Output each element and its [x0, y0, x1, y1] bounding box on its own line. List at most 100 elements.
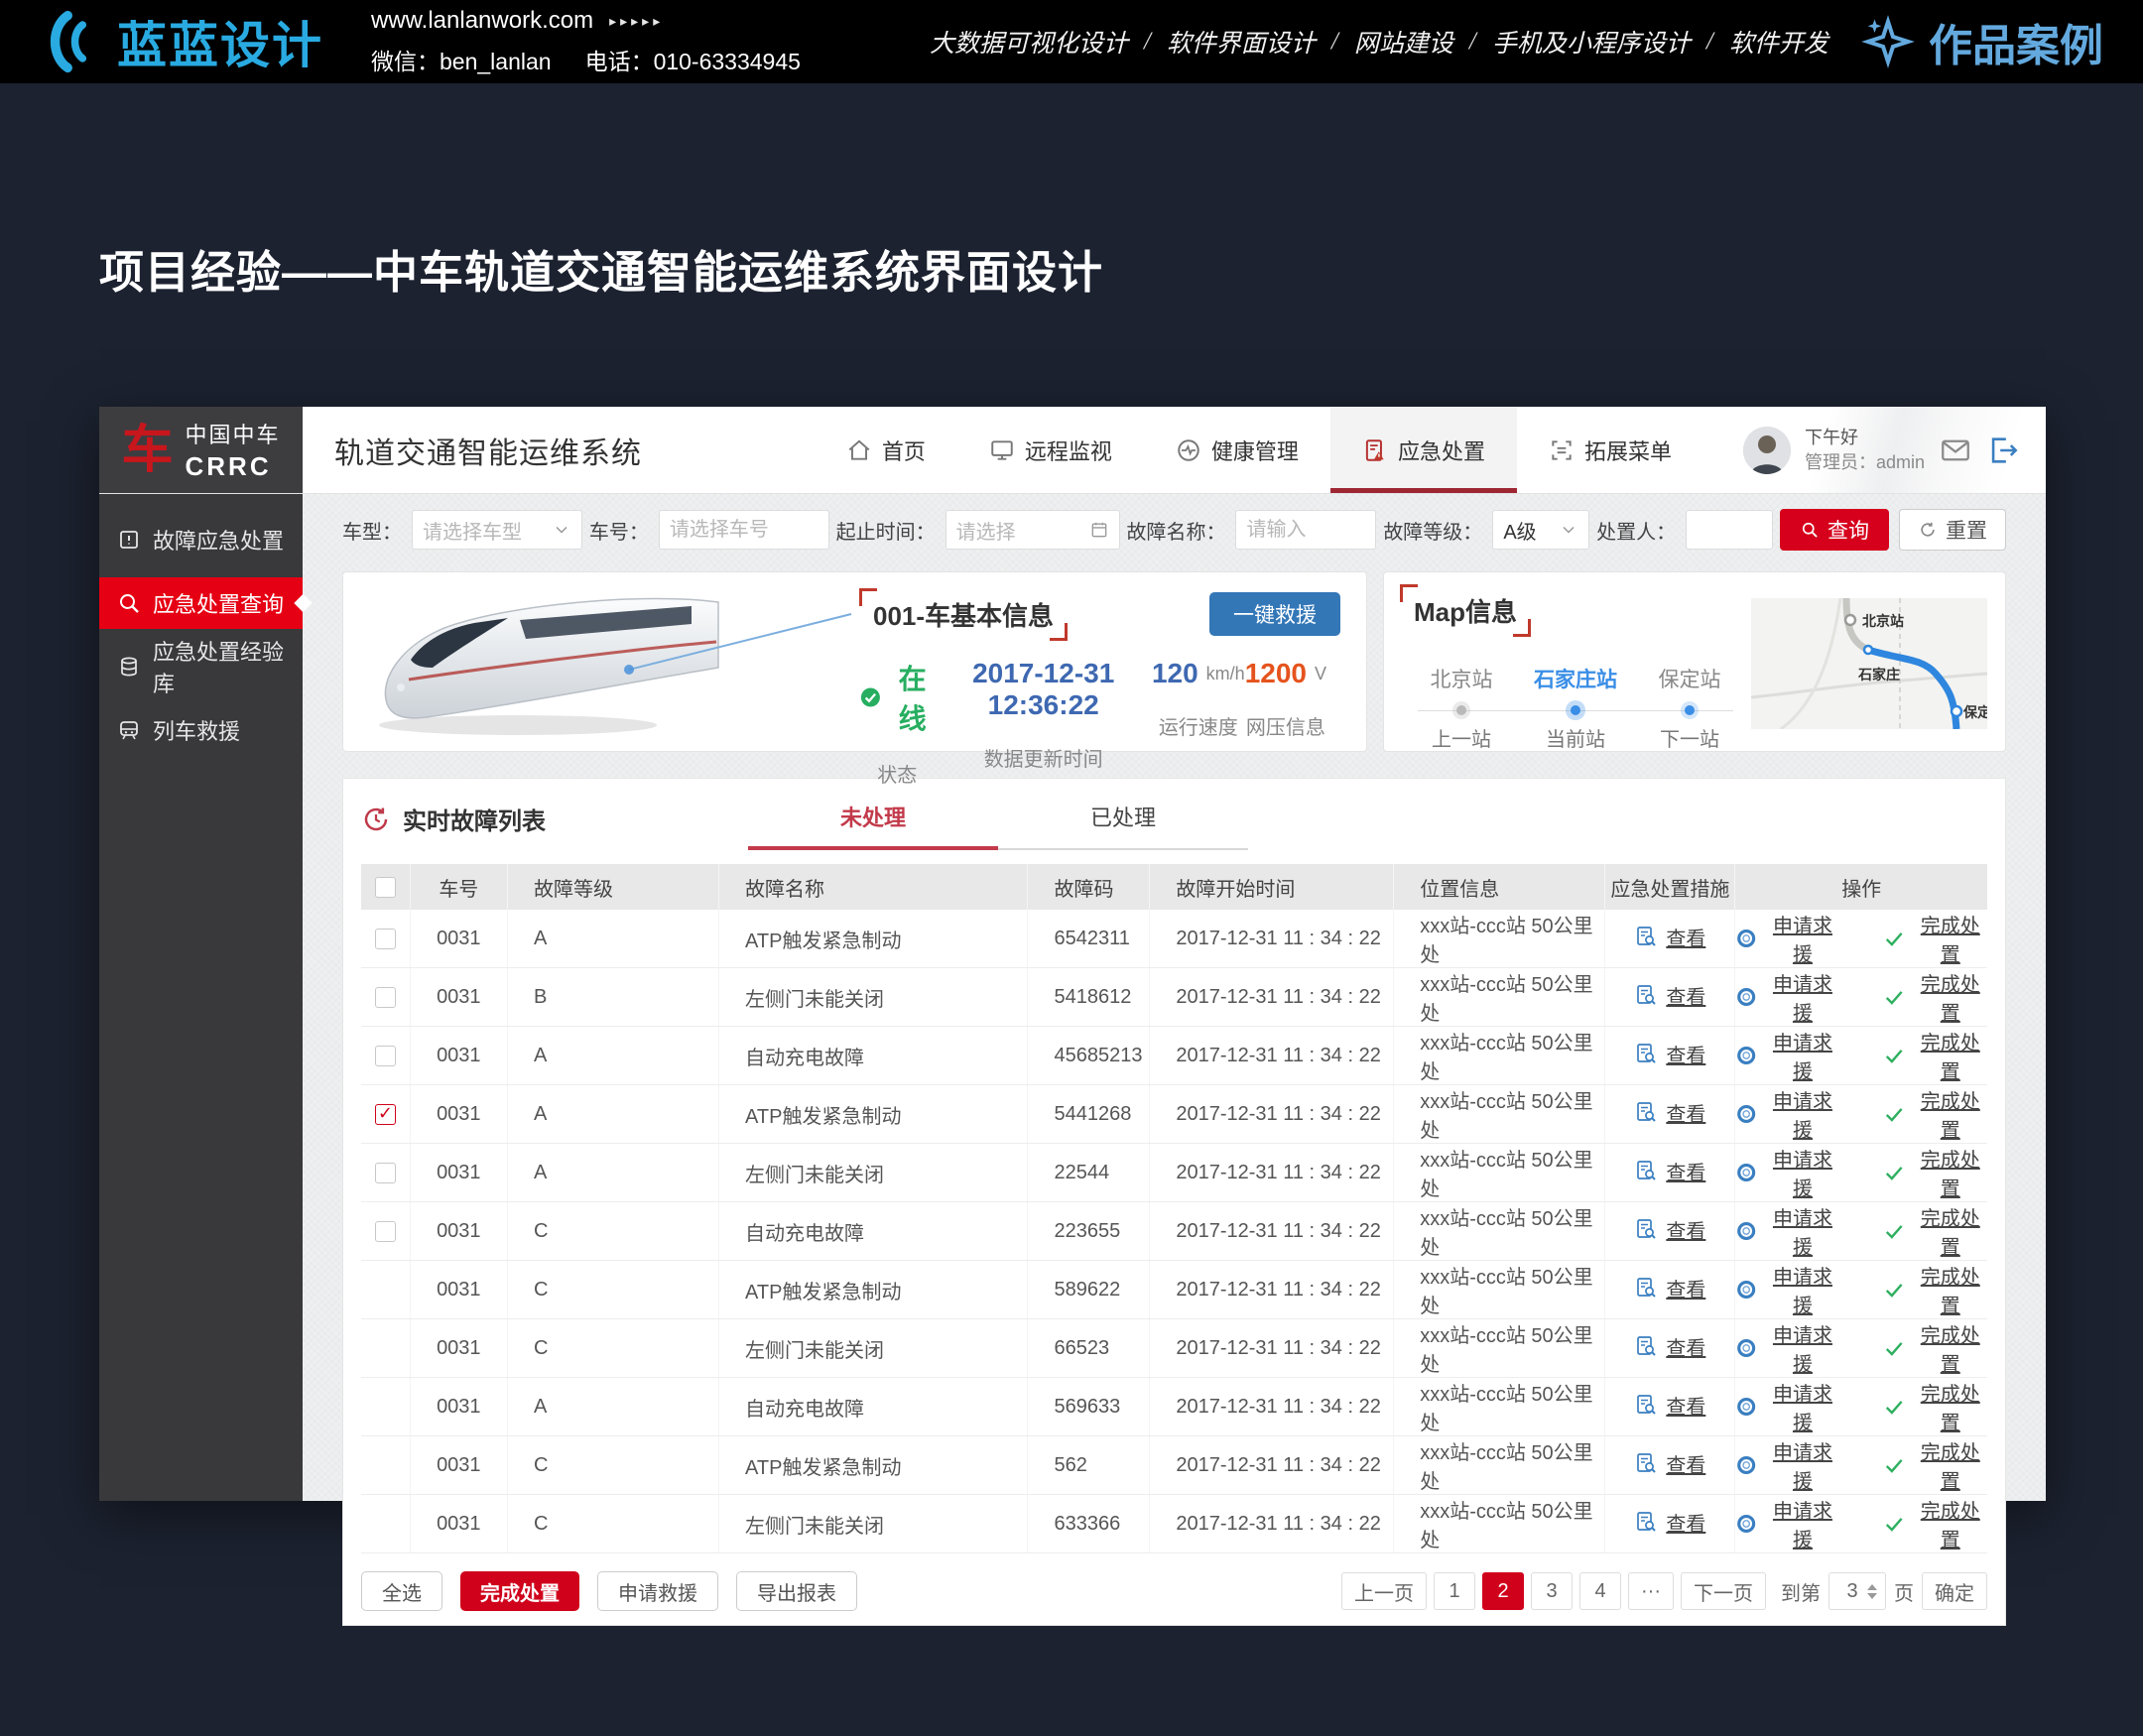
complete-handle-action[interactable]: 完成处置: [1883, 1261, 1987, 1318]
avatar[interactable]: [1743, 427, 1791, 474]
export-report-button[interactable]: 导出报表: [736, 1571, 857, 1611]
row-checkbox[interactable]: [375, 987, 396, 1008]
request-rescue-action[interactable]: 申请求援: [1735, 1319, 1839, 1377]
spinner-up-icon[interactable]: [1867, 1584, 1877, 1590]
fault-level-select[interactable]: A级: [1492, 510, 1589, 550]
request-rescue-action[interactable]: 申请求援: [1735, 1436, 1839, 1494]
view-action[interactable]: 查看: [1634, 1508, 1705, 1537]
complete-handle-action[interactable]: 完成处置: [1883, 968, 1987, 1026]
view-action[interactable]: 查看: [1634, 1040, 1705, 1068]
page-button-1[interactable]: 1: [1434, 1572, 1475, 1610]
page-button-3[interactable]: 3: [1531, 1572, 1573, 1610]
tab-handled[interactable]: 已处理: [998, 801, 1248, 850]
table-row: 0031 C 左侧门未能关闭 633366 2017-12-31 11 : 34…: [361, 1495, 1987, 1553]
chevron-down-icon: [1559, 520, 1578, 540]
page-button-4[interactable]: 4: [1579, 1572, 1621, 1610]
complete-handle-action[interactable]: 完成处置: [1883, 1495, 1987, 1552]
complete-handle-action[interactable]: 完成处置: [1883, 1027, 1987, 1084]
view-action[interactable]: 查看: [1634, 923, 1705, 951]
complete-handle-action[interactable]: 完成处置: [1883, 1144, 1987, 1201]
request-rescue-button[interactable]: 申请救援: [597, 1571, 718, 1611]
spinner-down-icon[interactable]: [1867, 1593, 1877, 1599]
goto-suffix: 页: [1894, 1577, 1914, 1606]
view-doc-icon: [1634, 983, 1658, 1007]
station-progress: 北京站 上一站 石家庄站 当前站 保定站: [1412, 664, 1739, 752]
tab-unhandled[interactable]: 未处理: [748, 801, 998, 850]
prev-page-button[interactable]: 上一页: [1341, 1572, 1427, 1610]
row-checkbox[interactable]: [375, 929, 396, 949]
complete-handle-button[interactable]: 完成处置: [460, 1571, 579, 1611]
select-all-checkbox[interactable]: [375, 877, 396, 898]
sidebar-item-fault-emergency[interactable]: 故障应急处置: [99, 514, 303, 565]
cell-location: xxx站-ccc站 50公里处: [1394, 1378, 1605, 1436]
next-page-button[interactable]: 下一页: [1681, 1572, 1766, 1610]
time-range-picker[interactable]: 请选择: [945, 510, 1120, 550]
phone-label: 电话：010-63334945: [585, 43, 801, 76]
request-rescue-action[interactable]: 申请求援: [1735, 968, 1839, 1026]
reset-button[interactable]: 重置: [1899, 509, 2006, 551]
request-rescue-action[interactable]: 申请求援: [1735, 1202, 1839, 1260]
nav-item-remote-monitor[interactable]: 远程监视: [957, 407, 1144, 493]
row-checkbox[interactable]: [375, 1104, 396, 1125]
row-checkbox[interactable]: [375, 1046, 396, 1066]
view-action[interactable]: 查看: [1634, 1215, 1705, 1244]
mail-icon[interactable]: [1939, 434, 1972, 467]
request-rescue-action[interactable]: 申请求援: [1735, 1085, 1839, 1143]
wechat-label: 微信：ben_lanlan: [371, 43, 552, 76]
cell-location: xxx站-ccc站 50公里处: [1394, 1436, 1605, 1495]
one-key-rescue-button[interactable]: 一键救援: [1209, 592, 1340, 636]
view-action[interactable]: 查看: [1634, 1274, 1705, 1302]
nav-item-emergency[interactable]: 应急处置: [1330, 407, 1517, 493]
view-action[interactable]: 查看: [1634, 981, 1705, 1010]
request-rescue-action[interactable]: 申请求援: [1735, 1261, 1839, 1318]
request-rescue-action[interactable]: 申请求援: [1735, 1495, 1839, 1552]
train-no-input[interactable]: [659, 510, 829, 550]
complete-handle-action[interactable]: 完成处置: [1883, 1436, 1987, 1494]
page-ellipsis[interactable]: ···: [1628, 1572, 1674, 1610]
request-rescue-action[interactable]: 申请求援: [1735, 1378, 1839, 1435]
stat-voltage: 1200V 网压信息: [1245, 658, 1326, 788]
complete-handle-action[interactable]: 完成处置: [1883, 1378, 1987, 1435]
complete-handle-action[interactable]: 完成处置: [1883, 1085, 1987, 1143]
view-action[interactable]: 查看: [1634, 1332, 1705, 1361]
rescue-ring-icon: [1735, 1102, 1757, 1126]
nav-item-home[interactable]: 首页: [815, 407, 957, 493]
cell-level: B: [507, 968, 718, 1027]
view-action[interactable]: 查看: [1634, 1391, 1705, 1420]
goto-confirm-button[interactable]: 确定: [1922, 1572, 1987, 1610]
page-number-spinner[interactable]: 3: [1828, 1572, 1886, 1610]
cell-code: 66523: [1028, 1319, 1150, 1378]
logout-icon[interactable]: [1986, 434, 2020, 467]
complete-handle-action[interactable]: 完成处置: [1883, 910, 1987, 967]
sidebar-item-experience-base[interactable]: 应急处置经验库: [99, 641, 303, 692]
select-all-button[interactable]: 全选: [361, 1571, 442, 1611]
svg-text:北京站: 北京站: [1862, 613, 1904, 629]
nav-item-expand-menu[interactable]: 拓展菜单: [1517, 407, 1703, 493]
sidebar-item-train-rescue[interactable]: 列车救援: [99, 704, 303, 756]
page-button-2-active[interactable]: 2: [1482, 1572, 1524, 1610]
nav-item-health[interactable]: 健康管理: [1144, 407, 1330, 493]
complete-handle-action[interactable]: 完成处置: [1883, 1202, 1987, 1260]
view-action[interactable]: 查看: [1634, 1449, 1705, 1478]
cell-train-no: 0031: [410, 1436, 507, 1495]
row-checkbox[interactable]: [375, 1163, 396, 1183]
request-rescue-action[interactable]: 申请求援: [1735, 910, 1839, 967]
cell-location: xxx站-ccc站 50公里处: [1394, 910, 1605, 968]
fault-name-input[interactable]: [1235, 510, 1376, 550]
view-action[interactable]: 查看: [1634, 1098, 1705, 1127]
train-type-select[interactable]: 请选择车型: [412, 510, 582, 550]
cell-train-no: 0031: [410, 1261, 507, 1319]
view-action[interactable]: 查看: [1634, 1157, 1705, 1185]
portfolio-link[interactable]: 作品案例: [1861, 10, 2103, 73]
handler-input[interactable]: [1686, 510, 1773, 550]
cell-code: 569633: [1028, 1378, 1150, 1436]
request-rescue-action[interactable]: 申请求援: [1735, 1144, 1839, 1201]
query-button[interactable]: 查询: [1780, 509, 1889, 551]
fault-table: 车号 故障等级 故障名称 故障码 故障开始时间 位置信息 应急处置措施 操作 0…: [361, 864, 1987, 1553]
list-footer: 全选 完成处置 申请救援 导出报表 上一页 1 2 3 4 ··· 下一页: [361, 1571, 1987, 1611]
sidebar-item-emergency-query[interactable]: 应急处置查询: [99, 577, 303, 629]
request-rescue-action[interactable]: 申请求援: [1735, 1027, 1839, 1084]
website-url: www.lanlanwork.com: [371, 7, 593, 35]
complete-handle-action[interactable]: 完成处置: [1883, 1319, 1987, 1377]
row-checkbox[interactable]: [375, 1221, 396, 1242]
